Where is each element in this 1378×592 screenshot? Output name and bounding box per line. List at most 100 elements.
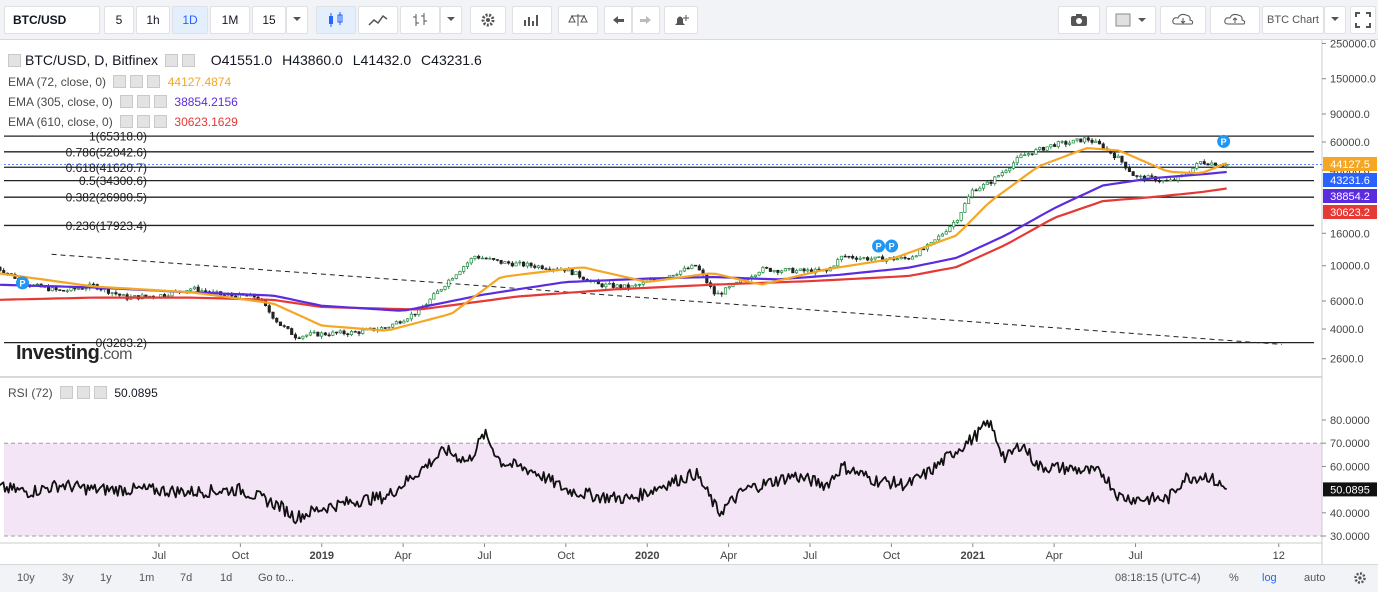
price-tag-label: 43231.6 xyxy=(1330,175,1370,187)
rsi-legend[interactable]: RSI (72) 50.0895 xyxy=(8,386,158,400)
eye-icon[interactable] xyxy=(60,386,74,399)
candle-body xyxy=(510,262,514,267)
fullscreen-button[interactable] xyxy=(1350,6,1376,34)
candle-body xyxy=(391,323,395,328)
log-toggle[interactable]: log xyxy=(1262,572,1277,584)
x-tick-label: Jul xyxy=(1128,550,1142,562)
candle-body xyxy=(536,265,541,268)
goto-button[interactable]: Go to... xyxy=(258,572,294,584)
y-tick-label: 2600.0 xyxy=(1330,354,1364,366)
y-tick-label: 90000.0 xyxy=(1330,109,1370,121)
range-7d[interactable]: 7d xyxy=(180,572,192,584)
compare-button[interactable] xyxy=(558,6,598,34)
candle-body xyxy=(806,269,810,272)
eye-icon[interactable] xyxy=(165,54,179,67)
close-icon[interactable] xyxy=(94,386,108,399)
gear-icon[interactable] xyxy=(137,115,151,128)
chart-app: BTC/USD 5 1h 1D 1M 15 BTC Chart 1(65318.… xyxy=(0,0,1378,592)
candle-body xyxy=(795,270,799,274)
chart-name-label[interactable]: BTC Chart xyxy=(1262,6,1324,34)
candle-body xyxy=(783,268,787,272)
collapse-icon[interactable] xyxy=(8,54,21,67)
redo-button[interactable] xyxy=(632,6,660,34)
chart-menu-dropdown[interactable] xyxy=(1324,6,1346,34)
undo-button[interactable] xyxy=(604,6,632,34)
fullscreen-icon xyxy=(1355,12,1371,28)
candle-body xyxy=(346,333,350,336)
fib-level-label: 0.236(17923.4) xyxy=(66,219,147,233)
candle-body xyxy=(62,289,66,292)
candle-body xyxy=(776,269,780,273)
gear-icon[interactable] xyxy=(1353,571,1367,585)
gear-icon[interactable] xyxy=(77,386,91,399)
alert-button[interactable] xyxy=(664,6,698,34)
candle-body xyxy=(836,259,840,267)
chart-type-dropdown[interactable] xyxy=(440,6,462,34)
cloud-upload-icon xyxy=(1224,13,1246,25)
range-1y[interactable]: 1y xyxy=(100,572,112,584)
candle-body xyxy=(1169,179,1173,182)
interval-5[interactable]: 5 xyxy=(104,6,134,34)
candle-body xyxy=(1041,146,1045,151)
low-label: L xyxy=(352,52,361,68)
candle-body xyxy=(866,257,870,261)
gear-icon[interactable] xyxy=(137,95,151,108)
ema305-legend[interactable]: EMA (305, close, 0) 38854.2156 xyxy=(8,95,238,109)
settings-button[interactable] xyxy=(470,6,506,34)
interval-dropdown[interactable] xyxy=(286,6,308,34)
percent-toggle[interactable]: % xyxy=(1229,572,1239,584)
gear-icon[interactable] xyxy=(182,54,196,67)
candle-body xyxy=(873,256,877,260)
indicators-icon xyxy=(524,15,538,26)
eye-icon[interactable] xyxy=(120,115,134,128)
interval-1m[interactable]: 1M xyxy=(210,6,250,34)
gear-icon[interactable] xyxy=(130,75,144,88)
interval-1h[interactable]: 1h xyxy=(136,6,170,34)
candle-body xyxy=(1034,149,1038,155)
save-layout-button[interactable] xyxy=(1210,6,1260,34)
range-10y[interactable]: 10y xyxy=(17,572,35,584)
symbol-search[interactable]: BTC/USD xyxy=(4,6,100,34)
y-tick-label: 150000.0 xyxy=(1330,74,1376,86)
candle-body xyxy=(121,294,125,296)
candle-body xyxy=(1124,161,1128,169)
load-layout-button[interactable] xyxy=(1160,6,1206,34)
indicators-button[interactable] xyxy=(512,6,552,34)
ema72-legend[interactable]: EMA (72, close, 0) 44127.4874 xyxy=(8,75,231,89)
candle-body xyxy=(1161,180,1165,182)
x-tick-label: Apr xyxy=(1046,550,1063,562)
auto-toggle[interactable]: auto xyxy=(1304,572,1325,584)
candle-body xyxy=(1071,139,1075,144)
candle-body xyxy=(0,266,2,271)
candle-body xyxy=(1064,141,1068,145)
candle-body xyxy=(869,258,873,261)
ema610-legend[interactable]: EMA (610, close, 0) 30623.1629 xyxy=(8,115,238,129)
candle-body xyxy=(993,176,997,184)
candles-button[interactable] xyxy=(316,6,356,34)
candle-body xyxy=(297,337,301,340)
screenshot-button[interactable] xyxy=(1058,6,1100,34)
eye-icon[interactable] xyxy=(113,75,127,88)
close-icon[interactable] xyxy=(154,115,168,128)
close-icon[interactable] xyxy=(147,75,161,88)
x-tick-label: Jul xyxy=(152,550,166,562)
line-chart-button[interactable] xyxy=(358,6,398,34)
ema305-label: EMA (305, close, 0) xyxy=(8,95,113,109)
candle-body xyxy=(144,294,148,297)
eye-icon[interactable] xyxy=(120,95,134,108)
interval-15[interactable]: 15 xyxy=(252,6,286,34)
candle-body xyxy=(458,271,462,276)
candle-body xyxy=(432,293,436,300)
range-3y[interactable]: 3y xyxy=(62,572,74,584)
candle-body xyxy=(76,288,81,290)
x-tick-label: 2020 xyxy=(635,550,659,562)
interval-1d[interactable]: 1D xyxy=(172,6,208,34)
fib-level-label: 0.382(26980.5) xyxy=(66,191,147,205)
rsi-y-tick-label: 40.0000 xyxy=(1330,508,1370,520)
candle-body xyxy=(574,271,578,275)
bars-button[interactable] xyxy=(400,6,440,34)
range-1m[interactable]: 1m xyxy=(139,572,154,584)
color-picker-button[interactable] xyxy=(1106,6,1156,34)
close-icon[interactable] xyxy=(154,95,168,108)
range-1d[interactable]: 1d xyxy=(220,572,232,584)
